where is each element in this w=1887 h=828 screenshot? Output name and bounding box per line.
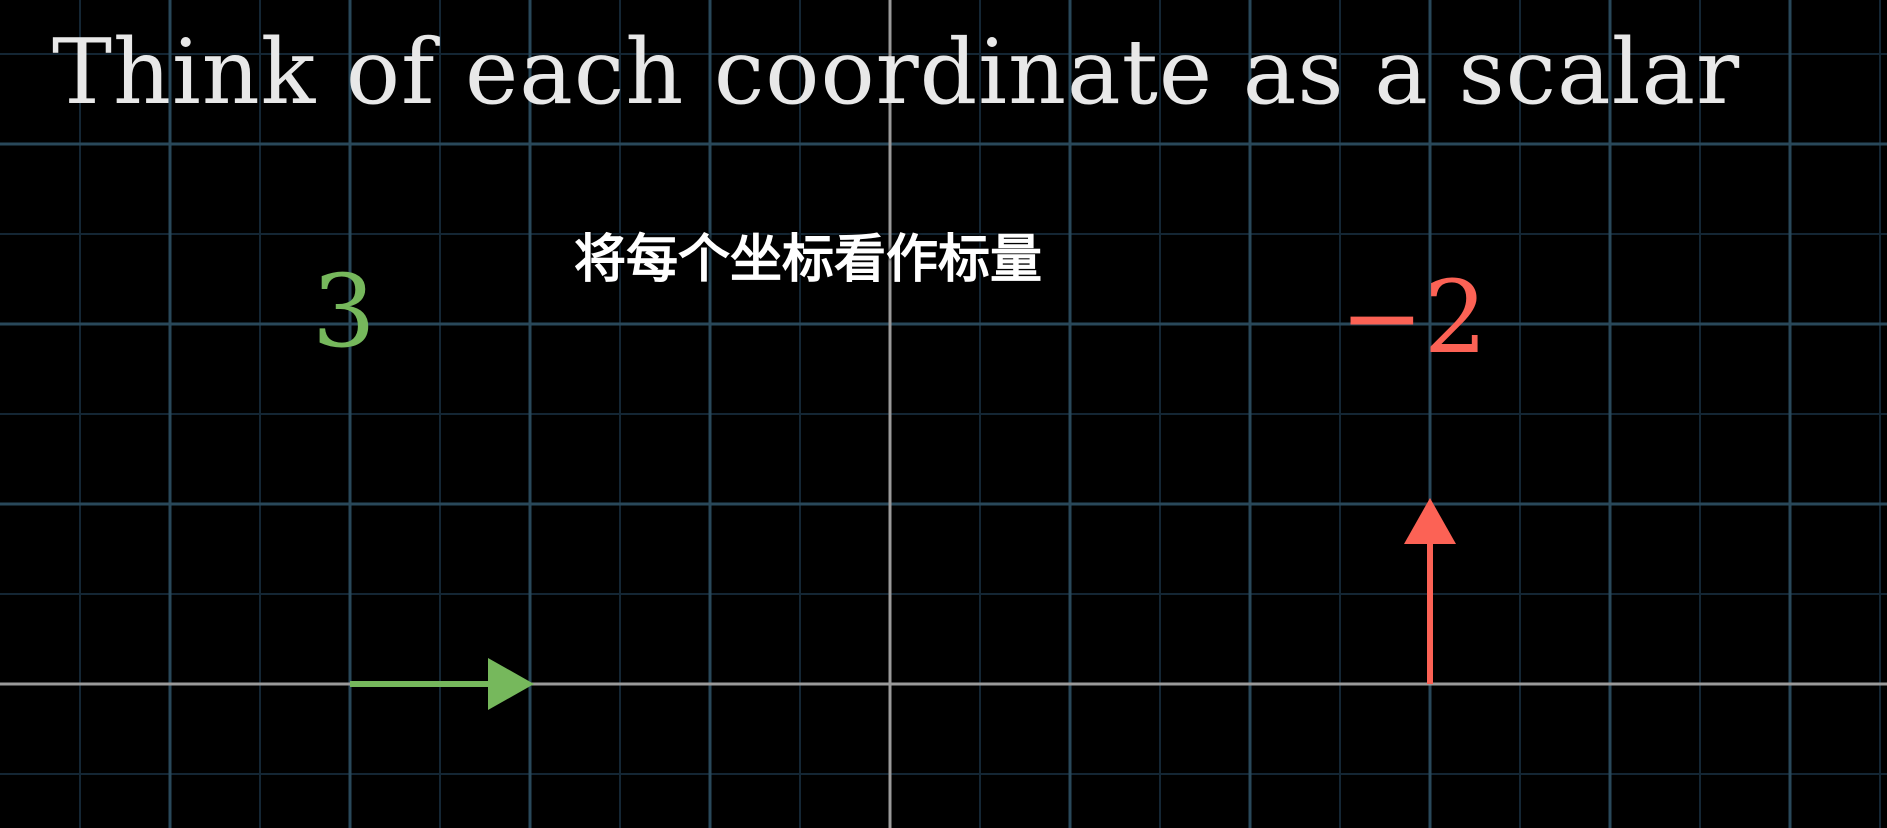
y-basis-vector-arrow bbox=[1404, 498, 1456, 684]
x-scalar-label: 3 bbox=[312, 253, 376, 370]
page-title: Think of each coordinate as a scalar bbox=[52, 20, 1741, 125]
y-scalar-label: −2 bbox=[1340, 259, 1488, 376]
chinese-subtitle: 将每个坐标看作标量 bbox=[574, 230, 1043, 290]
x-basis-vector-arrow bbox=[350, 658, 534, 710]
x-vector-arrowhead bbox=[488, 658, 534, 710]
